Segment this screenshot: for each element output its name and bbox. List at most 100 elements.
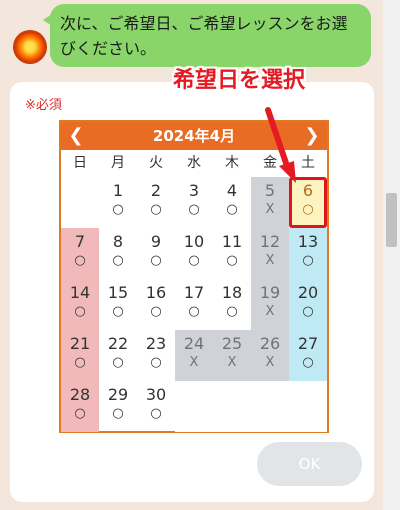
- scrollbar-thumb[interactable]: [386, 193, 397, 247]
- available-mark: ○: [302, 253, 314, 268]
- day-number: 20: [297, 283, 319, 302]
- week-row: 1 ○ 2 ○ 3 ○ 4 ○ 5 X 6 ○: [61, 177, 327, 228]
- calendar-day-3[interactable]: 3 ○: [175, 177, 213, 228]
- available-mark: ○: [74, 355, 86, 370]
- day-number: 30: [145, 385, 167, 404]
- calendar-day-18[interactable]: 18 ○: [213, 279, 251, 330]
- day-number: 1: [112, 181, 124, 200]
- day-number: 9: [150, 232, 162, 251]
- day-number: 26: [259, 334, 281, 353]
- available-mark: ○: [150, 355, 162, 370]
- unavailable-mark: X: [227, 355, 237, 370]
- day-number: 7: [74, 232, 86, 251]
- weekday-label: 金: [263, 155, 277, 171]
- calendar-day-23[interactable]: 23 ○: [137, 330, 175, 381]
- calendar-day-28[interactable]: 28 ○: [61, 381, 99, 432]
- day-number: 13: [297, 232, 319, 251]
- annotation-label: 希望日を選択: [173, 68, 306, 93]
- ok-button[interactable]: OK: [257, 442, 362, 486]
- day-number: 5: [264, 181, 276, 200]
- chat-message-text: 次に、ご希望日、ご希望レッスンをお選びください。: [60, 14, 348, 58]
- sun-avatar-icon: [14, 31, 46, 63]
- scrollbar-track[interactable]: [383, 0, 400, 510]
- available-mark: ○: [302, 355, 314, 370]
- day-number: 28: [69, 385, 91, 404]
- weekday-label: 水: [187, 155, 201, 171]
- week-row: 7 ○ 8 ○ 9 ○ 10 ○ 11 ○ 12 X 13 ○: [61, 228, 327, 279]
- empty-day-cell: [175, 381, 213, 432]
- calendar-day-6[interactable]: 6 ○: [289, 177, 327, 228]
- empty-day-cell: [289, 381, 327, 432]
- calendar-header: ❮ 2024年4月 ❯: [61, 122, 327, 150]
- calendar-day-22[interactable]: 22 ○: [99, 330, 137, 381]
- day-number: 27: [297, 334, 319, 353]
- day-number: 29: [107, 385, 129, 404]
- unavailable-mark: X: [265, 202, 275, 217]
- day-number: 25: [221, 334, 243, 353]
- calendar-day-4[interactable]: 4 ○: [213, 177, 251, 228]
- calendar-day-25: 25 X: [213, 330, 251, 381]
- day-number: 23: [145, 334, 167, 353]
- calendar-title: 2024年4月: [152, 127, 236, 145]
- calendar-day-14[interactable]: 14 ○: [61, 279, 99, 330]
- calendar-day-12: 12 X: [251, 228, 289, 279]
- available-mark: ○: [226, 304, 238, 319]
- day-number: 24: [183, 334, 205, 353]
- available-mark: ○: [226, 202, 238, 217]
- calendar-day-27[interactable]: 27 ○: [289, 330, 327, 381]
- available-mark: ○: [112, 253, 124, 268]
- calendar-day-13[interactable]: 13 ○: [289, 228, 327, 279]
- chevron-left-icon[interactable]: ❮: [61, 122, 91, 150]
- day-number: 4: [226, 181, 238, 200]
- calendar-day-15[interactable]: 15 ○: [99, 279, 137, 330]
- available-mark: ○: [226, 253, 238, 268]
- calendar-day-20[interactable]: 20 ○: [289, 279, 327, 330]
- calendar-day-9[interactable]: 9 ○: [137, 228, 175, 279]
- calendar-day-19: 19 X: [251, 279, 289, 330]
- calendar-day-2[interactable]: 2 ○: [137, 177, 175, 228]
- calendar-grid: 1 ○ 2 ○ 3 ○ 4 ○ 5 X 6 ○ 7 ○ 8 ○ 9 ○ 10 ○ 11 ○ 12 X 13 ○ 14 ○ 15 ○ 16 ○ 1…: [61, 177, 327, 432]
- day-number: 14: [69, 283, 91, 302]
- empty-day-cell: [251, 381, 289, 432]
- calendar-day-17[interactable]: 17 ○: [175, 279, 213, 330]
- available-mark: ○: [112, 304, 124, 319]
- day-number: 6: [302, 181, 314, 200]
- available-mark: ○: [150, 406, 162, 421]
- empty-day-cell: [61, 177, 99, 228]
- day-number: 18: [221, 283, 243, 302]
- calendar-day-21[interactable]: 21 ○: [61, 330, 99, 381]
- calendar-day-1[interactable]: 1 ○: [99, 177, 137, 228]
- available-mark: ○: [150, 304, 162, 319]
- unavailable-mark: X: [265, 304, 275, 319]
- day-number: 10: [183, 232, 205, 251]
- day-number: 12: [259, 232, 281, 251]
- available-mark: ○: [74, 253, 86, 268]
- calendar-day-10[interactable]: 10 ○: [175, 228, 213, 279]
- calendar-day-8[interactable]: 8 ○: [99, 228, 137, 279]
- available-mark: ○: [150, 253, 162, 268]
- chat-message-bubble: 次に、ご希望日、ご希望レッスンをお選びください。: [43, 4, 371, 67]
- weekday-label: 日: [73, 155, 87, 171]
- calendar-day-29[interactable]: 29 ○: [99, 381, 137, 432]
- unavailable-mark: X: [265, 355, 275, 370]
- available-mark: ○: [150, 202, 162, 217]
- empty-day-cell: [213, 381, 251, 432]
- week-row: 21 ○ 22 ○ 23 ○ 24 X 25 X 26 X 27 ○: [61, 330, 327, 381]
- day-number: 8: [112, 232, 124, 251]
- day-number: 17: [183, 283, 205, 302]
- calendar-day-26: 26 X: [251, 330, 289, 381]
- week-row: 28 ○ 29 ○ 30 ○: [61, 381, 327, 432]
- weekday-label: 土: [301, 155, 315, 171]
- day-number: 19: [259, 283, 281, 302]
- day-number: 3: [188, 181, 200, 200]
- day-number: 11: [221, 232, 243, 251]
- calendar-day-11[interactable]: 11 ○: [213, 228, 251, 279]
- available-mark: ○: [302, 202, 314, 217]
- chevron-right-icon[interactable]: ❯: [297, 122, 327, 150]
- calendar-day-16[interactable]: 16 ○: [137, 279, 175, 330]
- calendar-day-30[interactable]: 30 ○: [137, 381, 175, 432]
- unavailable-mark: X: [189, 355, 199, 370]
- available-mark: ○: [74, 304, 86, 319]
- calendar-day-7[interactable]: 7 ○: [61, 228, 99, 279]
- calendar-day-24: 24 X: [175, 330, 213, 381]
